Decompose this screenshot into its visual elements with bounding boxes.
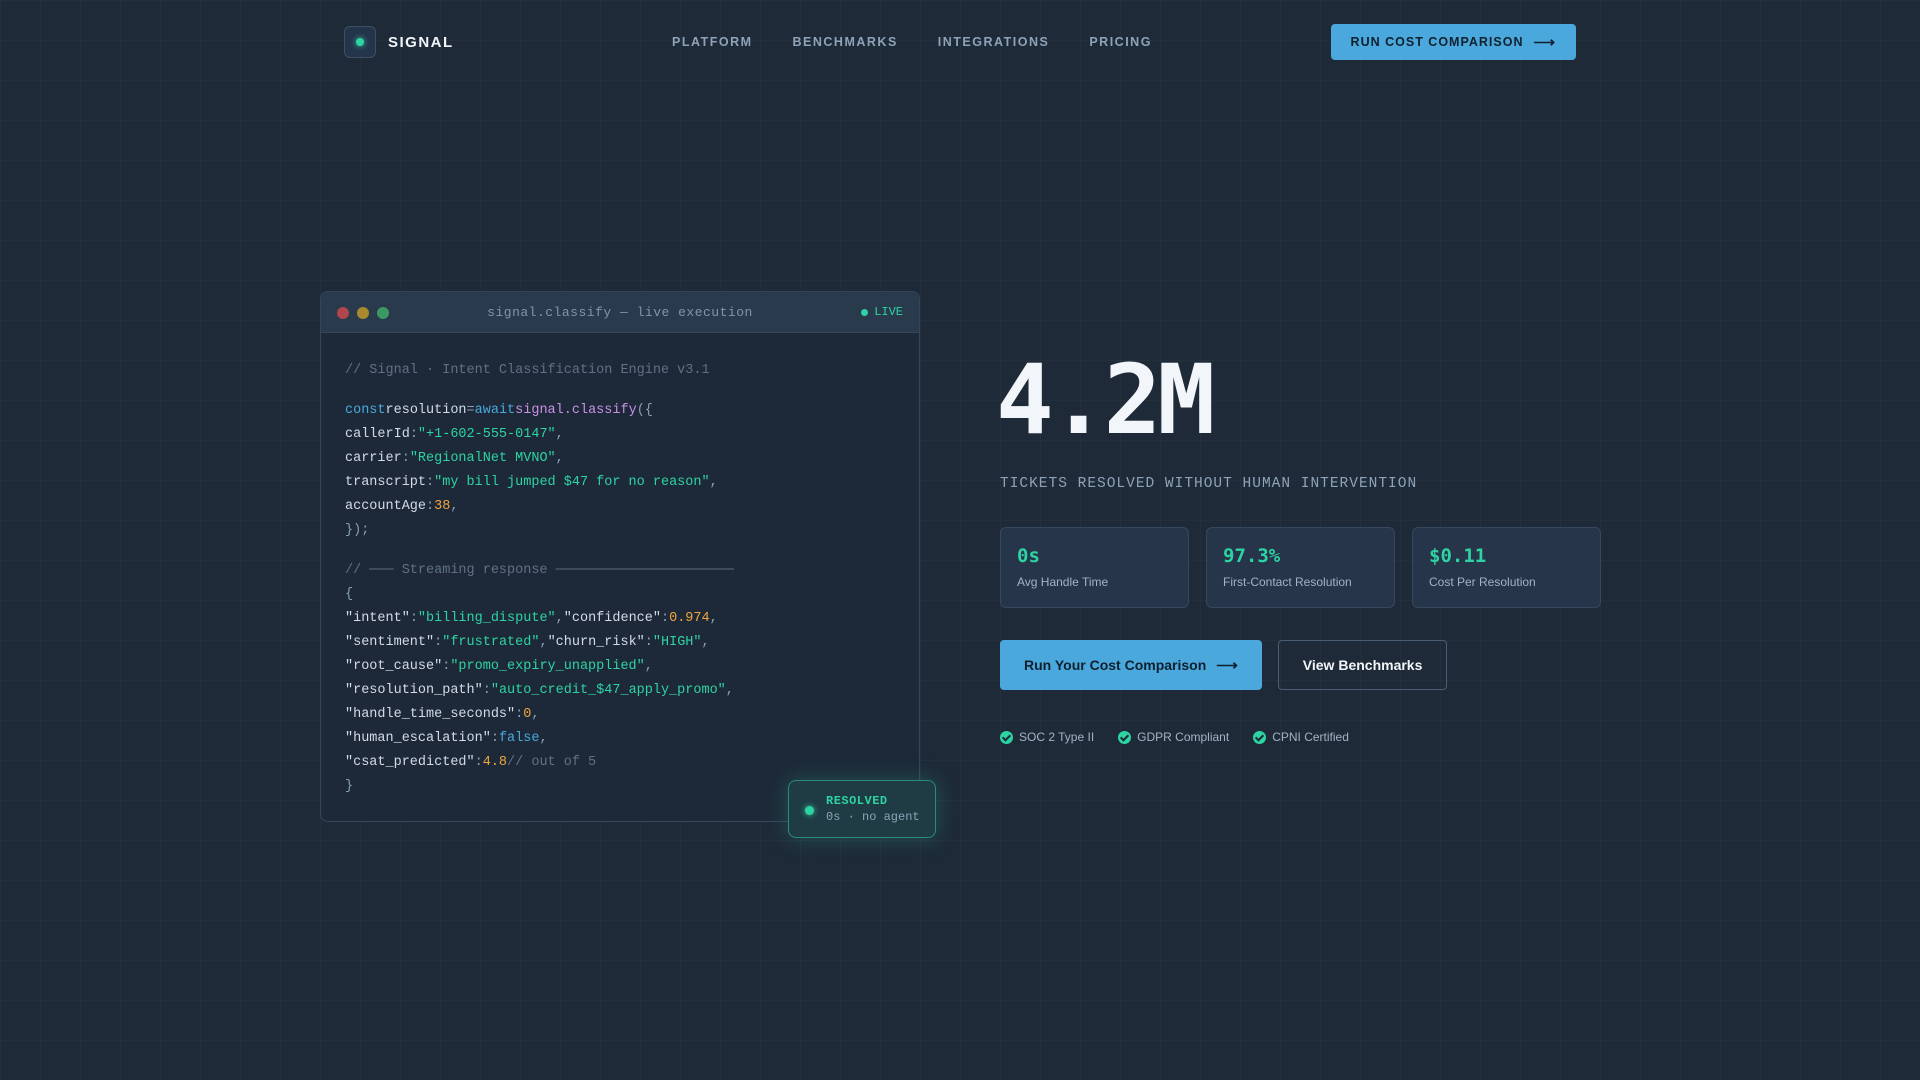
response-line: "root_cause":"promo_expiry_unapplied", <box>345 659 653 674</box>
code-line-field: callerId:"+1-602-555-0147", <box>345 427 564 442</box>
live-dot-icon <box>861 308 869 316</box>
code-key: "churn_risk" <box>547 635 645 650</box>
stream-comment: // ─── Streaming response ──────────────… <box>345 563 734 578</box>
code-value: "promo_expiry_unapplied" <box>450 659 645 674</box>
check-circle-icon <box>1000 730 1013 744</box>
code-value: "billing_dispute" <box>417 611 556 626</box>
response-line: "handle_time_seconds":0, <box>345 707 540 722</box>
code-value: "auto_credit_$47_apply_promo" <box>490 683 726 698</box>
code-line-field: transcript:"my bill jumped $47 for no re… <box>345 475 718 490</box>
live-indicator: LIVE <box>861 305 903 319</box>
code-window-title: signal.classify — live execution <box>487 305 753 320</box>
arrow-right-icon: ⟶ <box>1216 656 1238 674</box>
code-window: signal.classify — live execution LIVE //… <box>320 291 920 822</box>
hero-actions: Run Your Cost Comparison ⟶ View Benchmar… <box>1000 640 1448 690</box>
response-line: "intent":"billing_dispute","confidence":… <box>345 611 718 626</box>
stats-row: 0s Avg Handle Time 97.3% First-Contact R… <box>1000 527 1601 608</box>
code-key: "resolution_path" <box>345 683 483 698</box>
check-circle-icon <box>1253 730 1267 744</box>
badge-label: SOC 2 Type II <box>1019 730 1095 744</box>
stat-card: $0.11 Cost Per Resolution <box>1412 527 1601 608</box>
hero-number: 4.2M <box>996 344 1215 456</box>
code-value: "+1-602-555-0147" <box>417 427 556 442</box>
brand-name: SIGNAL <box>388 33 454 51</box>
arrow-right-icon: ⟶ <box>1533 33 1556 51</box>
code-value: 4.8 <box>482 755 508 770</box>
secondary-cta-label: View Benchmarks <box>1302 657 1423 673</box>
live-label: LIVE <box>874 305 903 319</box>
code-key: accountAge <box>345 499 427 514</box>
code-token: ({ <box>636 403 653 418</box>
code-token: signal.classify <box>515 403 637 418</box>
check-circle-icon <box>1118 730 1132 744</box>
resolved-title: RESOLVED <box>826 794 888 808</box>
code-value: "frustrated" <box>442 635 540 650</box>
code-key: carrier <box>345 451 402 466</box>
stat-value: $0.11 <box>1429 545 1487 567</box>
code-key: callerId <box>345 427 410 442</box>
compliance-badge: GDPR Compliant <box>1118 730 1229 744</box>
code-value: "my bill jumped $47 for no reason" <box>434 475 710 490</box>
code-value: 38 <box>434 499 451 514</box>
code-comment: // out of 5 <box>507 755 597 770</box>
code-key: "sentiment" <box>345 635 435 650</box>
code-value: false <box>498 731 540 746</box>
compliance-badge: SOC 2 Type II <box>1000 730 1094 744</box>
response-line: "sentiment":"frustrated","churn_risk":"H… <box>345 635 710 650</box>
nav-cta-label: RUN COST COMPARISON <box>1350 35 1524 49</box>
compliance-badge: CPNI Certified <box>1253 730 1349 744</box>
stat-label: First-Contact Resolution <box>1223 575 1352 589</box>
primary-cta-label: Run Your Cost Comparison <box>1024 657 1207 673</box>
code-line-close: }); <box>345 523 370 538</box>
stat-value: 0s <box>1017 545 1040 567</box>
stat-card: 97.3% First-Contact Resolution <box>1206 527 1395 608</box>
nav-link-pricing[interactable]: PRICING <box>1089 35 1152 49</box>
nav-link-platform[interactable]: PLATFORM <box>672 35 753 49</box>
run-your-cost-comparison-button[interactable]: Run Your Cost Comparison ⟶ <box>1000 640 1262 690</box>
code-key: transcript <box>345 475 427 490</box>
nav-link-integrations[interactable]: INTEGRATIONS <box>938 35 1050 49</box>
code-token: const <box>345 403 386 418</box>
resolved-subtitle: 0s · no agent <box>826 810 920 824</box>
nav-link-benchmarks[interactable]: BENCHMARKS <box>793 35 898 49</box>
stat-value: 97.3% <box>1223 545 1281 567</box>
code-header-comment: // Signal · Intent Classification Engine… <box>345 363 710 378</box>
code-key: "confidence" <box>563 611 661 626</box>
stat-card: 0s Avg Handle Time <box>1000 527 1189 608</box>
code-value: "RegionalNet MVNO" <box>409 451 556 466</box>
response-open: { <box>345 587 354 602</box>
code-token: = <box>466 403 475 418</box>
nav-links: PLATFORM BENCHMARKS INTEGRATIONS PRICING <box>672 35 1152 49</box>
code-value: 0.974 <box>669 611 710 626</box>
logo-icon <box>344 26 376 58</box>
run-cost-comparison-button[interactable]: RUN COST COMPARISON ⟶ <box>1330 24 1576 60</box>
code-token: resolution <box>385 403 467 418</box>
code-key: "csat_predicted" <box>345 755 475 770</box>
code-line-call: constresolution=awaitsignal.classify({ <box>345 399 895 423</box>
code-key: "intent" <box>345 611 410 626</box>
code-value: "HIGH" <box>652 635 702 650</box>
compliance-badges: SOC 2 Type II GDPR Compliant CPNI Certif… <box>1000 730 1349 744</box>
code-body: // Signal · Intent Classification Engine… <box>321 333 919 821</box>
response-line: "csat_predicted":4.8// out of 5 <box>345 755 597 770</box>
code-window-titlebar: signal.classify — live execution LIVE <box>321 292 919 333</box>
response-line: "human_escalation":false, <box>345 731 548 746</box>
code-key: "handle_time_seconds" <box>345 707 516 722</box>
badge-label: GDPR Compliant <box>1137 730 1230 744</box>
code-line-field: accountAge:38, <box>345 499 459 514</box>
top-nav: SIGNAL PLATFORM BENCHMARKS INTEGRATIONS … <box>344 24 1576 60</box>
stat-label: Cost Per Resolution <box>1429 575 1536 589</box>
resolved-badge: RESOLVED 0s · no agent <box>788 780 936 838</box>
hero-subtitle: TICKETS RESOLVED WITHOUT HUMAN INTERVENT… <box>1000 476 1418 492</box>
code-key: "root_cause" <box>345 659 443 674</box>
stat-label: Avg Handle Time <box>1017 575 1109 589</box>
brand-logo[interactable]: SIGNAL <box>344 26 454 58</box>
status-dot-icon <box>805 806 814 815</box>
code-token: await <box>474 403 516 418</box>
badge-label: CPNI Certified <box>1272 730 1349 744</box>
response-line: "resolution_path":"auto_credit_$47_apply… <box>345 683 734 698</box>
view-benchmarks-button[interactable]: View Benchmarks <box>1277 640 1448 690</box>
code-line-field: carrier:"RegionalNet MVNO", <box>345 451 564 466</box>
code-key: "human_escalation" <box>345 731 491 746</box>
